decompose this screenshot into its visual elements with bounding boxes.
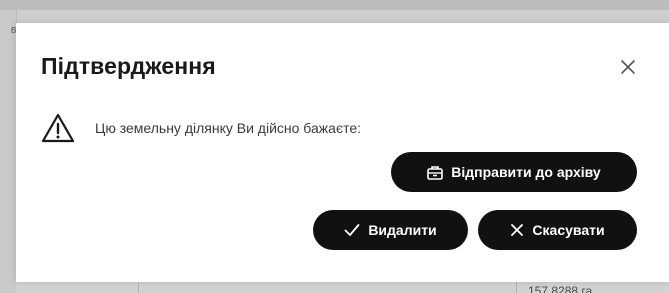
cancel-button[interactable]: Скасувати [478, 210, 637, 250]
archive-box-icon [427, 165, 444, 180]
dialog-title: Підтвердження [41, 53, 216, 79]
background-header-strip [0, 0, 669, 10]
dialog-message: Цю земельну ділянку Ви дійсно бажаєте: [95, 120, 362, 136]
background-column-divider [516, 282, 517, 293]
x-icon [510, 223, 524, 237]
close-icon [621, 60, 635, 74]
delete-button-label: Видалити [368, 222, 437, 238]
warning-message-row: Цю земельну ділянку Ви дійсно бажаєте: [41, 111, 361, 145]
background-area-value: 157 8288 га [528, 284, 593, 293]
confirmation-dialog: Підтвердження Цю земельну ділянку Ви дій… [16, 23, 669, 282]
archive-button[interactable]: Відправити до архіву [391, 152, 637, 192]
close-button[interactable] [617, 56, 639, 78]
check-icon [344, 223, 360, 237]
archive-button-label: Відправити до архіву [451, 164, 601, 180]
delete-button[interactable]: Видалити [313, 210, 468, 250]
background-column-divider [138, 282, 139, 293]
warning-icon [41, 113, 75, 143]
background-side-panel [0, 10, 17, 293]
cancel-button-label: Скасувати [532, 222, 605, 238]
